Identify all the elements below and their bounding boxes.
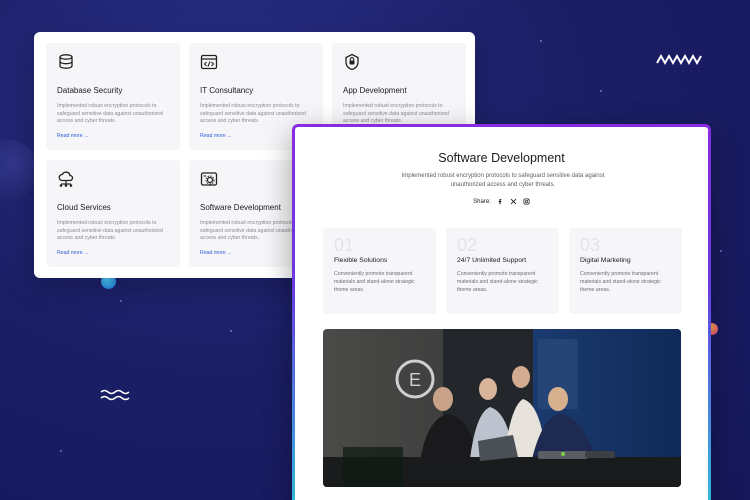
detail-description: Implemented robust encryption protocols … — [401, 173, 605, 188]
detail-title: Software Development — [438, 151, 565, 165]
feature-title: Flexible Solutions — [334, 257, 388, 264]
service-card-cloud-services[interactable]: Cloud Services Implemented robust encryp… — [46, 160, 180, 267]
svg-text:E: E — [409, 370, 421, 390]
feature-title: 24/7 Unlimited Support — [457, 257, 527, 264]
feature-description: Conveniently promote transparent materia… — [457, 271, 538, 293]
feature-number: 02 — [457, 235, 478, 255]
software-gear-icon — [200, 172, 218, 186]
service-detail-panel: Software Development Implemented robust … — [292, 124, 711, 500]
share-label: Share: — [473, 198, 491, 205]
feature-card-flexible-solutions: 01 Flexible Solutions Conveniently promo… — [323, 228, 436, 314]
service-description: Implemented robust encryption protocols … — [57, 103, 163, 125]
cloud-network-icon — [58, 171, 74, 187]
read-more-link[interactable]: Read more ... — [200, 250, 231, 256]
team-photo-illustration: E — [323, 329, 681, 487]
feature-description: Conveniently promote transparent materia… — [580, 271, 661, 293]
service-description: Implemented robust encryption protocols … — [57, 220, 163, 242]
facebook-icon[interactable] — [497, 198, 504, 205]
service-card-database-security[interactable]: Database Security Implemented robust enc… — [46, 43, 180, 150]
team-photo: E — [323, 329, 681, 487]
read-more-link[interactable]: Read more ... — [57, 250, 88, 256]
service-title: App Development — [343, 86, 407, 95]
read-more-link[interactable]: Read more ... — [200, 133, 231, 139]
feature-number: 03 — [580, 235, 601, 255]
feature-description: Conveniently promote transparent materia… — [334, 271, 415, 293]
service-title: IT Consultancy — [200, 86, 254, 95]
wave-decoration — [100, 389, 130, 401]
x-icon[interactable] — [510, 198, 517, 205]
planet-decoration — [0, 140, 38, 200]
feature-number: 01 — [334, 235, 355, 255]
service-description: Implemented robust encryption protocols … — [343, 103, 449, 125]
database-lock-icon — [59, 54, 73, 69]
feature-title: Digital Marketing — [580, 257, 631, 264]
star-decoration — [230, 330, 232, 332]
service-title: Database Security — [57, 86, 123, 95]
star-decoration — [540, 40, 542, 42]
share-row: Share: — [295, 198, 708, 205]
feature-card-digital-marketing: 03 Digital Marketing Conveniently promot… — [569, 228, 682, 314]
zigzag-decoration — [656, 53, 702, 66]
app-shield-icon — [345, 53, 359, 71]
read-more-link[interactable]: Read more ... — [57, 133, 88, 139]
feature-card-unlimited-support: 02 24/7 Unlimited Support Conveniently p… — [446, 228, 559, 314]
star-decoration — [600, 90, 602, 92]
service-description: Implemented robust encryption protocols … — [200, 103, 306, 125]
star-decoration — [60, 450, 62, 452]
star-decoration — [120, 300, 122, 302]
service-title: Cloud Services — [57, 203, 111, 212]
code-window-icon — [200, 54, 218, 70]
star-decoration — [720, 250, 722, 252]
instagram-icon[interactable] — [523, 198, 530, 205]
